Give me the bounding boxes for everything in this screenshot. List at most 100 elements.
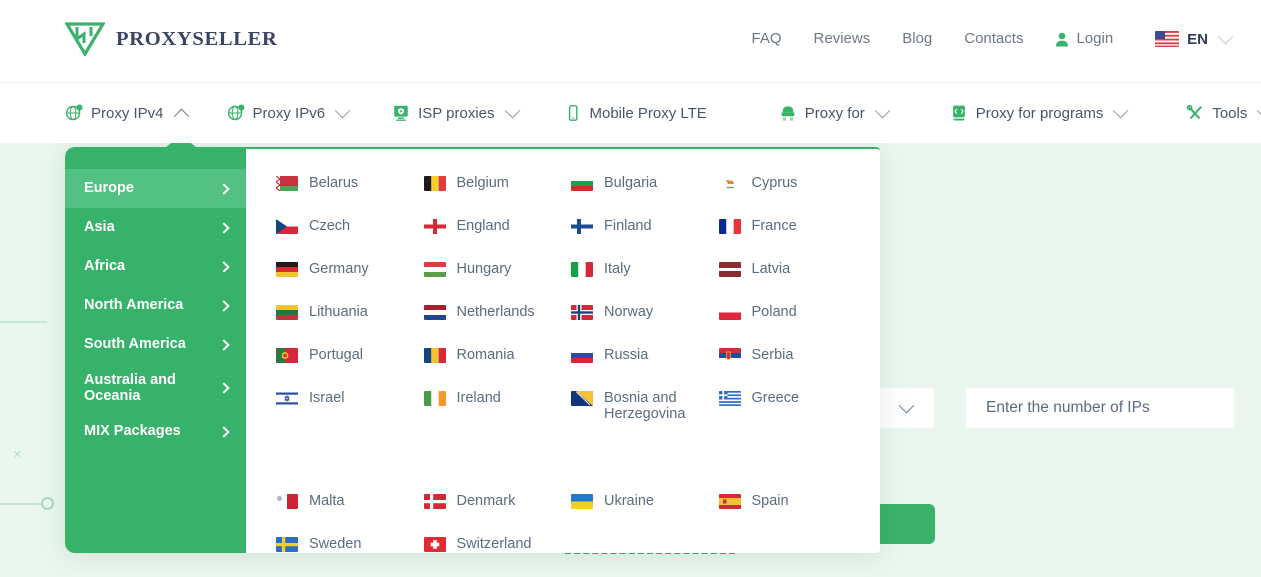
country-item-poland[interactable]: Poland — [718, 304, 861, 347]
grid-spacer — [424, 450, 566, 493]
country-item-latvia[interactable]: Latvia — [718, 261, 861, 304]
nav-link-contacts[interactable]: Contacts — [948, 28, 1039, 50]
sidebar-item-label: South America — [84, 336, 186, 353]
country-item-spain[interactable]: Spain — [718, 493, 861, 536]
finland-flag-icon — [571, 219, 593, 234]
chevron-down-icon — [874, 102, 891, 118]
country-item-israel[interactable]: Israel — [276, 390, 418, 450]
country-item-greece[interactable]: Greece — [718, 390, 861, 450]
sidebar-item-label: North America — [84, 297, 184, 314]
country-label: England — [456, 218, 510, 234]
country-item-belgium[interactable]: Belgium — [423, 175, 566, 218]
sidebar-item-label: Africa — [84, 258, 126, 275]
country-item-romania[interactable]: Romania — [423, 347, 566, 390]
sidebar-item-label: MIX Packages — [84, 423, 181, 440]
sidebar-item-label: Europe — [84, 180, 134, 197]
country-label: Portugal — [309, 347, 364, 363]
country-label: Finland — [604, 218, 652, 234]
nav-link-reviews[interactable]: Reviews — [798, 28, 887, 50]
menu-item-tools[interactable]: Tools — [1186, 102, 1261, 122]
country-item-malta[interactable]: Malta — [276, 493, 418, 536]
menu-item-proxy-ipv6[interactable]: Proxy IPv6 — [227, 102, 351, 122]
country-item-belarus[interactable]: Belarus — [276, 175, 418, 218]
sidebar-item-europe[interactable]: Europe — [65, 169, 246, 208]
country-item-italy[interactable]: Italy — [571, 261, 713, 304]
globe-pin-icon — [65, 104, 83, 121]
country-label: France — [751, 218, 797, 234]
country-item-hungary[interactable]: Hungary — [423, 261, 566, 304]
sidebar-item-south-america[interactable]: South America — [65, 325, 246, 364]
latvia-flag-icon — [718, 262, 741, 277]
nav-link-faq[interactable]: FAQ — [736, 28, 798, 50]
menu-label: ISP proxies — [418, 104, 495, 122]
country-item-portugal[interactable]: Portugal — [276, 347, 418, 390]
chevron-down-icon — [334, 102, 351, 118]
country-item-czech[interactable]: Czech — [276, 218, 418, 261]
country-item-cyprus[interactable]: Cyprus — [718, 175, 861, 218]
country-label: Switzerland — [456, 536, 532, 552]
chevron-down-icon — [504, 102, 520, 118]
country-item-norway[interactable]: Norway — [571, 304, 713, 347]
menu-item-mobile-proxy-lte[interactable]: Mobile Proxy LTE — [564, 104, 707, 122]
menu-item-proxy-ipv4[interactable]: Proxy IPv4 — [65, 104, 189, 124]
greece-flag-icon — [718, 391, 741, 406]
sidebar-item-north-america[interactable]: North America — [65, 286, 246, 325]
italy-flag-icon — [571, 262, 593, 277]
language-code: EN — [1187, 30, 1208, 48]
country-item-finland[interactable]: Finland — [571, 218, 713, 261]
country-item-germany[interactable]: Germany — [276, 261, 418, 304]
hungary-flag-icon — [423, 262, 446, 277]
country-item-ireland[interactable]: Ireland — [423, 390, 566, 450]
ip-count-input[interactable] — [966, 388, 1234, 428]
country-item-denmark[interactable]: Denmark — [423, 493, 566, 536]
country-item-switzerland[interactable]: Switzerland — [423, 536, 566, 577]
country-item-bulgaria[interactable]: Bulgaria — [571, 175, 713, 218]
czech-flag-icon — [276, 219, 298, 234]
country-label: Bosnia and Herzegovina — [604, 390, 686, 422]
sidebar-item-australia-and-oceania[interactable]: Australia and Oceania — [65, 364, 246, 412]
country-item-france[interactable]: France — [718, 218, 861, 261]
chevron-down-icon — [1257, 102, 1261, 118]
proxyseller-logo-icon — [65, 22, 105, 56]
bulgaria-flag-icon — [571, 176, 593, 191]
chevron-up-icon — [173, 108, 189, 124]
menu-label: Mobile Proxy LTE — [589, 104, 707, 122]
country-item-bosnia-and-herzegovina[interactable]: Bosnia and Herzegovina — [571, 390, 713, 450]
main-menu-bar: Proxy IPv4 Proxy IPv6 ISP proxies Mobile… — [0, 82, 1261, 143]
country-label: Poland — [751, 304, 797, 320]
country-item-england[interactable]: England — [423, 218, 566, 261]
country-item-serbia[interactable]: Serbia — [718, 347, 861, 390]
country-item-sweden[interactable]: Sweden — [276, 536, 418, 577]
decor-x-mark: × — [13, 446, 22, 463]
nav-link-blog[interactable]: Blog — [886, 28, 948, 50]
menu-item-isp-proxies[interactable]: ISP proxies — [392, 102, 520, 122]
chevron-right-icon — [218, 382, 230, 394]
logo[interactable]: PROXYSELLER — [65, 22, 277, 56]
country-label: Ireland — [456, 390, 501, 406]
site-header: PROXYSELLER FAQ Reviews Blog Contacts Lo… — [0, 0, 1261, 82]
bosnia-and-herzegovina-flag-icon — [571, 391, 593, 406]
country-label: Germany — [309, 261, 369, 277]
country-item-ukraine[interactable]: Ukraine — [571, 493, 713, 536]
menu-item-proxy-for[interactable]: Proxy for — [779, 102, 891, 122]
sidebar-item-asia[interactable]: Asia — [65, 208, 246, 247]
country-label: Malta — [309, 493, 345, 509]
region-sidebar: Europe Asia Africa North America South A… — [65, 147, 246, 553]
language-selector[interactable]: EN — [1135, 28, 1241, 48]
lithuania-flag-icon — [276, 305, 298, 320]
monitor-shield-icon — [394, 105, 408, 121]
country-label: Greece — [751, 390, 800, 406]
monitor-code-icon — [952, 105, 965, 121]
login-label: Login — [1076, 30, 1114, 47]
menu-item-proxy-for-programs[interactable]: Proxy for programs — [950, 102, 1129, 122]
sidebar-item-mix-packages[interactable]: MIX Packages — [65, 412, 246, 451]
sweden-flag-icon — [276, 537, 298, 552]
login-button[interactable]: Login — [1039, 28, 1135, 50]
country-label: Hungary — [456, 261, 512, 277]
sidebar-item-africa[interactable]: Africa — [65, 247, 246, 286]
country-item-netherlands[interactable]: Netherlands — [423, 304, 566, 347]
country-item-russia[interactable]: Russia — [571, 347, 713, 390]
norway-flag-icon — [571, 305, 593, 320]
country-label: Belarus — [309, 175, 359, 191]
country-item-lithuania[interactable]: Lithuania — [276, 304, 418, 347]
